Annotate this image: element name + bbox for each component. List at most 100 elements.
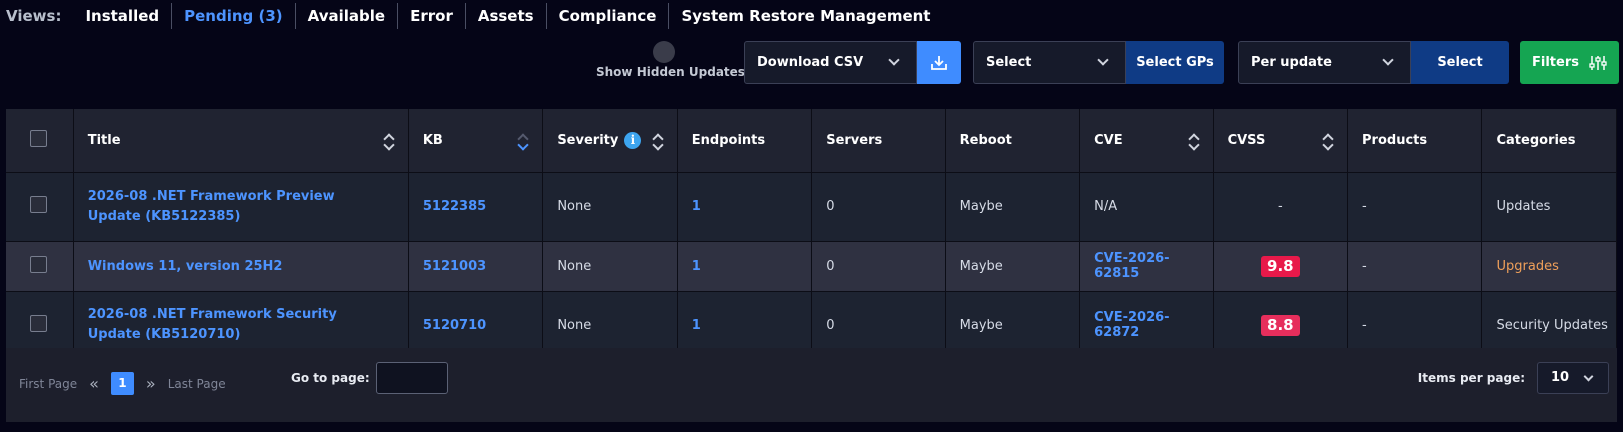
update-title-link[interactable]: Windows 11, version 25H2 — [73, 241, 409, 292]
row-checkbox[interactable] — [30, 314, 47, 332]
tab-compliance[interactable]: Compliance — [547, 3, 670, 29]
sort-desc-icon[interactable] — [518, 133, 528, 151]
categories-cell: Upgrades — [1481, 241, 1617, 292]
col-cvss[interactable]: CVSS — [1213, 109, 1349, 173]
col-kb[interactable]: KB — [408, 109, 544, 173]
per-update-select[interactable]: Per update — [1238, 41, 1411, 84]
chevron-down-icon — [888, 54, 900, 66]
filters-label: Filters — [1532, 55, 1579, 70]
goto-label: Go to page: — [291, 371, 370, 385]
sliders-icon — [1589, 55, 1607, 70]
tab-assets[interactable]: Assets — [466, 3, 547, 29]
table-row[interactable]: 2026-08 .NET Framework Preview Update (K… — [6, 172, 1617, 242]
double-chevron-left-icon[interactable]: « — [89, 374, 99, 393]
servers-cell: 0 — [811, 241, 946, 292]
sort-icon[interactable] — [1189, 133, 1199, 151]
endpoints-link[interactable]: 1 — [677, 172, 813, 242]
products-cell: - — [1347, 172, 1483, 242]
servers-cell: 0 — [811, 172, 946, 242]
col-servers-label: Servers — [826, 132, 883, 148]
col-reboot-label: Reboot — [959, 132, 1012, 148]
first-page-link[interactable]: First Page — [19, 377, 77, 391]
header-row: Title KB Severity i Endpoints Servers Reb… — [6, 109, 1617, 173]
reboot-cell: Maybe — [945, 241, 1081, 292]
col-reboot: Reboot — [945, 109, 1081, 173]
tab-available[interactable]: Available — [296, 3, 399, 29]
cvss-badge: 9.8 — [1261, 255, 1300, 277]
categories-cell: Updates — [1481, 172, 1617, 242]
kb-link[interactable]: 5122385 — [408, 172, 544, 242]
chevron-down-icon — [1382, 54, 1394, 66]
tab-error[interactable]: Error — [398, 3, 466, 29]
cve-link[interactable]: CVE-2026-62815 — [1079, 241, 1214, 292]
col-severity[interactable]: Severity i — [542, 109, 678, 173]
goto-page-input[interactable] — [375, 362, 448, 394]
sort-icon[interactable] — [384, 133, 394, 151]
download-format-select[interactable]: Download CSV — [744, 41, 917, 84]
col-cvss-label: CVSS — [1227, 132, 1266, 148]
cvss-cell: - — [1213, 172, 1349, 242]
col-endpoints: Endpoints — [677, 109, 813, 173]
per-update-value: Per update — [1251, 55, 1332, 70]
update-title-link[interactable]: 2026-08 .NET Framework Preview Update (K… — [73, 172, 409, 242]
info-icon[interactable]: i — [624, 131, 642, 149]
row-select-cell — [6, 241, 74, 292]
cvss-badge: 8.8 — [1261, 314, 1300, 336]
gp-select[interactable]: Select — [973, 41, 1126, 84]
toggle-knob[interactable] — [653, 41, 675, 63]
filters-button[interactable]: Filters — [1520, 41, 1619, 84]
chevron-down-icon — [1583, 371, 1594, 382]
select-all-checkbox[interactable] — [30, 129, 47, 147]
pagination-bar: First Page « 1 » Last Page Go to page: I… — [6, 348, 1617, 422]
items-per-page: Items per page: 10 — [1418, 362, 1617, 394]
items-per-page-label: Items per page: — [1417, 371, 1525, 385]
download-icon — [931, 55, 947, 70]
items-per-page-value: 10 — [1551, 370, 1570, 385]
col-title-label: Title — [87, 132, 121, 148]
updates-table: Title KB Severity i Endpoints Servers Reb… — [6, 109, 1617, 360]
row-checkbox[interactable] — [30, 255, 47, 273]
show-hidden-toggle[interactable]: Show Hidden Updates — [588, 41, 745, 84]
col-products: Products — [1347, 109, 1483, 173]
col-kb-label: KB — [422, 132, 443, 148]
goto-page: Go to page: — [291, 362, 448, 394]
severity-cell: None — [542, 241, 678, 292]
col-title[interactable]: Title — [73, 109, 409, 173]
tab-system-restore[interactable]: System Restore Management — [669, 3, 942, 29]
views-label: Views: — [6, 7, 62, 25]
updates-grid: Title KB Severity i Endpoints Servers Reb… — [6, 109, 1617, 422]
col-servers: Servers — [811, 109, 946, 173]
double-chevron-right-icon[interactable]: » — [146, 374, 156, 393]
show-hidden-label: Show Hidden Updates — [596, 65, 745, 79]
col-categories-label: Categories — [1496, 132, 1576, 148]
row-checkbox[interactable] — [30, 196, 47, 213]
col-cve[interactable]: CVE — [1079, 109, 1214, 173]
chevron-down-icon — [1097, 54, 1109, 66]
select-gps-button[interactable]: Select GPs — [1126, 41, 1224, 84]
col-categories: Categories — [1481, 109, 1617, 173]
pager: First Page « 1 » Last Page — [19, 372, 226, 395]
last-page-link[interactable]: Last Page — [168, 377, 226, 391]
sort-icon[interactable] — [1323, 133, 1333, 151]
sort-icon[interactable] — [653, 133, 663, 151]
current-page-button[interactable]: 1 — [110, 372, 134, 395]
kb-link[interactable]: 5121003 — [408, 241, 544, 292]
items-per-page-select[interactable]: 10 — [1537, 362, 1609, 394]
col-severity-label: Severity — [557, 132, 619, 148]
col-endpoints-label: Endpoints — [691, 132, 766, 148]
download-format-value: Download CSV — [757, 55, 864, 70]
products-cell: - — [1347, 241, 1483, 292]
endpoints-link[interactable]: 1 — [677, 241, 813, 292]
col-products-label: Products — [1362, 132, 1428, 148]
download-button[interactable] — [917, 41, 961, 84]
per-select-button[interactable]: Select — [1411, 41, 1509, 84]
views-bar: Views: Installed Pending (3) Available E… — [0, 0, 942, 32]
tab-pending[interactable]: Pending (3) — [172, 3, 296, 29]
table-row[interactable]: Windows 11, version 25H2 5121003 None 1 … — [6, 241, 1617, 292]
reboot-cell: Maybe — [945, 172, 1081, 242]
select-all-cell — [6, 109, 74, 173]
toolbar: Show Hidden Updates Download CSV Select … — [0, 41, 1623, 84]
cvss-cell: 9.8 — [1213, 241, 1349, 292]
severity-cell: None — [542, 172, 678, 242]
tab-installed[interactable]: Installed — [73, 3, 173, 29]
